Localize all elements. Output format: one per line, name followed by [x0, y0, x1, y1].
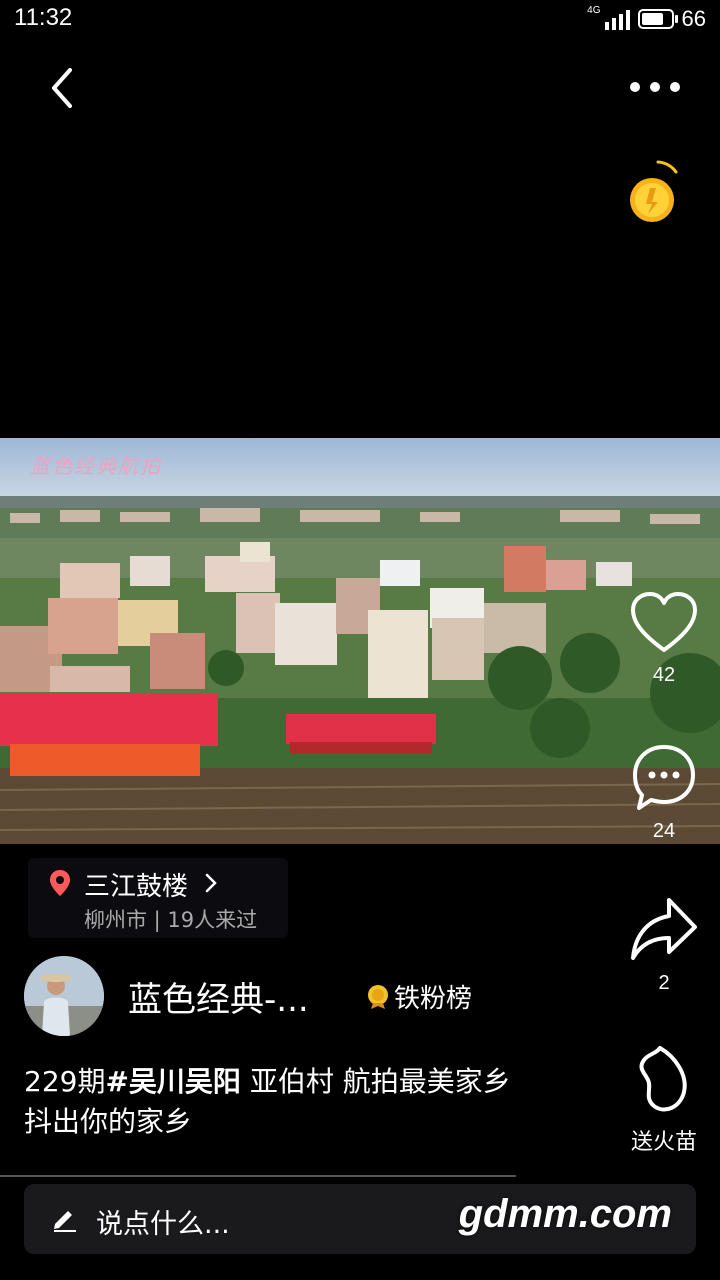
network-type: 4G: [587, 5, 601, 16]
gold-coin-icon: [630, 160, 678, 222]
medal-icon: [368, 984, 388, 1009]
back-button[interactable]: [44, 64, 84, 112]
battery-level: 66: [681, 6, 706, 31]
flame-icon: [639, 1046, 687, 1112]
comment-bubble-icon: [633, 745, 695, 810]
coin-reward-button[interactable]: [628, 158, 680, 226]
author-name[interactable]: 蓝色经典-...: [128, 972, 309, 1021]
chevron-left-icon: [52, 68, 72, 108]
like-button[interactable]: 42: [614, 590, 714, 687]
comment-placeholder[interactable]: 说点什么...: [96, 1202, 230, 1241]
battery-icon: [637, 9, 678, 29]
like-count: 42: [652, 664, 676, 686]
heart-icon: [631, 592, 697, 652]
comment-button[interactable]: 24: [614, 742, 714, 843]
aerial-village-image: [0, 438, 720, 844]
video-frame[interactable]: [0, 438, 720, 844]
chevron-right-icon: [204, 872, 218, 898]
more-dot-icon: [630, 82, 640, 92]
send-flame-button[interactable]: 送火苗: [614, 1044, 714, 1156]
caption-episode: 229期: [24, 1065, 106, 1098]
share-arrow-icon: [631, 898, 697, 960]
more-dot-icon: [650, 82, 660, 92]
fan-ranking-label: 铁粉榜: [394, 984, 473, 1014]
comment-count: 24: [652, 820, 676, 842]
signal-icon: [604, 8, 630, 30]
share-count: 2: [658, 972, 670, 994]
pencil-icon: [50, 1204, 78, 1236]
progress-divider: [0, 1175, 516, 1177]
video-watermark: 蓝色经典航拍: [30, 454, 162, 478]
fan-ranking-badge[interactable]: 铁粉榜: [366, 978, 472, 1015]
location-pin-icon: [48, 868, 72, 902]
caption-hashtag[interactable]: #吴川吴阳: [105, 1065, 240, 1098]
more-dot-icon: [670, 82, 680, 92]
location-name[interactable]: 三江鼓楼: [84, 866, 188, 903]
send-flame-label: 送火苗: [630, 1130, 697, 1155]
video-caption: 229期#吴川吴阳 亚伯村 航拍最美家乡 抖出你的家乡: [24, 1062, 544, 1142]
author-avatar[interactable]: [24, 956, 104, 1036]
status-time: 11:32: [14, 4, 73, 31]
status-indicators: 4G 66: [587, 6, 706, 32]
more-options-button[interactable]: [630, 82, 680, 92]
share-button[interactable]: 2: [614, 894, 714, 995]
site-watermark: gdmm.com: [458, 1192, 672, 1236]
location-city-visits: 柳州市 | 19人来过: [84, 908, 258, 932]
